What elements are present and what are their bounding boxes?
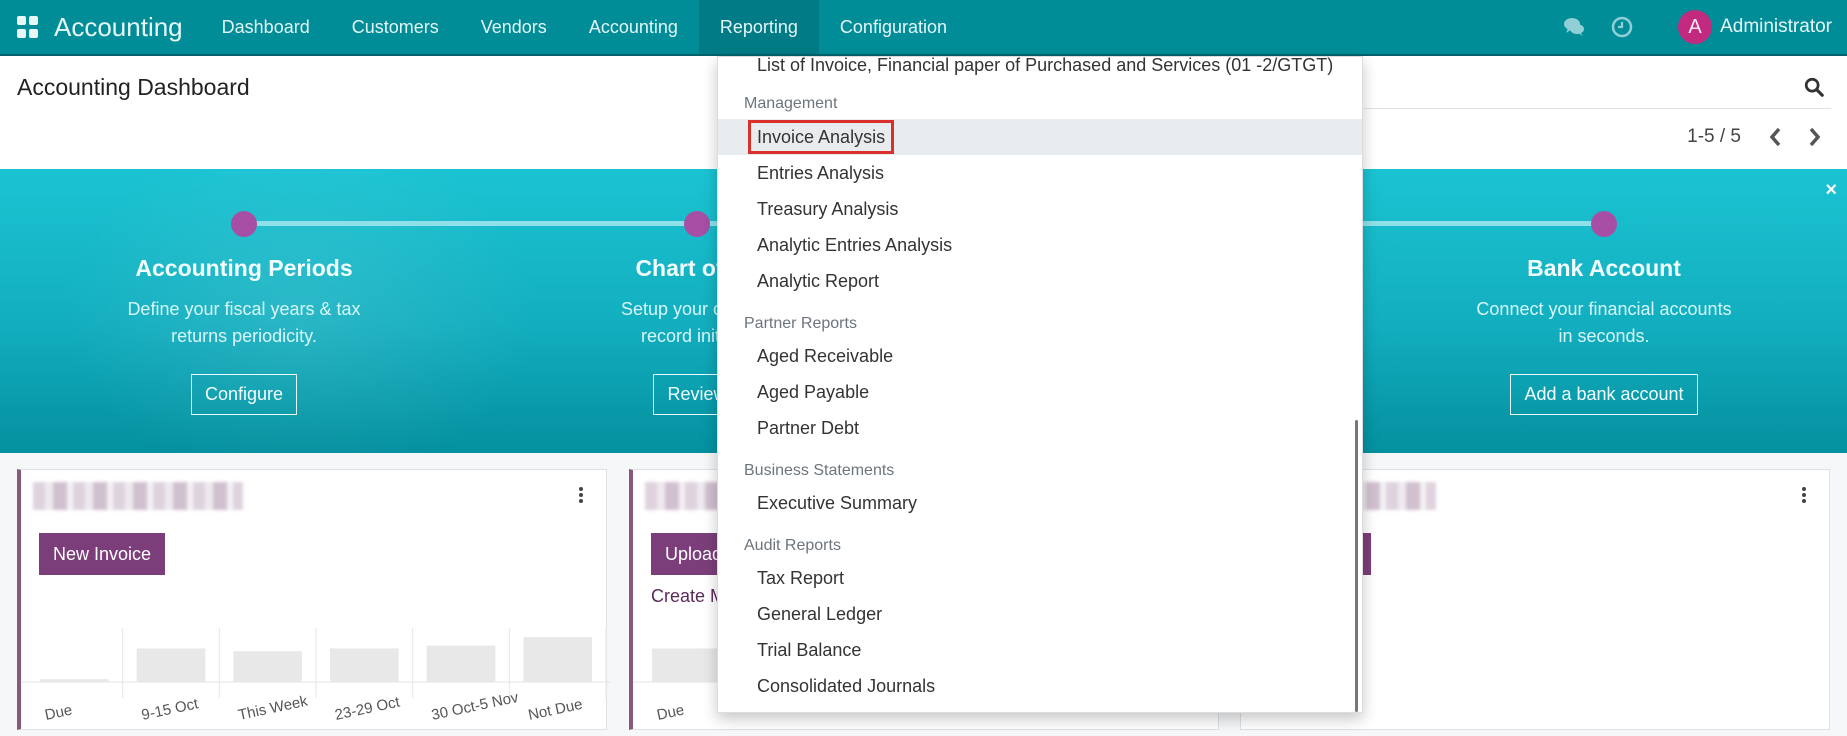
nav-dashboard[interactable]: Dashboard (201, 0, 331, 54)
menu-item-treasury-analysis[interactable]: Treasury Analysis (718, 191, 1362, 227)
section-header-partner-reports: Partner Reports (744, 315, 857, 332)
step-desc-line: returns periodicity. (171, 326, 317, 346)
step-accounting-periods: Accounting Periods Define your fiscal ye… (54, 255, 434, 415)
chart-x-label: This Week (237, 693, 310, 724)
chevron-right-icon[interactable] (1803, 124, 1825, 150)
section-header-management: Management (744, 95, 838, 112)
chart-bar[interactable] (136, 648, 206, 682)
menu-item-invoice-analysis[interactable]: Invoice Analysis (718, 119, 1362, 155)
step-dot-icon (1591, 211, 1617, 237)
menu-item-consolidated-journals[interactable]: Consolidated Journals (718, 668, 1362, 704)
menu-item-partner-debt[interactable]: Partner Debt (718, 410, 1362, 446)
configure-button[interactable]: Configure (190, 374, 298, 415)
menu-item-tax-report[interactable]: Tax Report (718, 560, 1362, 596)
chat-icon[interactable] (1562, 15, 1586, 39)
chart-bar[interactable] (652, 648, 721, 682)
journal-card-sales: New Invoice Due 9-15 Oct This Week 23-29 Oc… (17, 469, 611, 730)
nav-accounting[interactable]: Accounting (568, 0, 699, 54)
chart-bar[interactable] (330, 648, 399, 682)
menu-item-executive-summary[interactable]: Executive Summary (718, 485, 1362, 521)
pager-value[interactable]: 1-5 / 5 (1687, 126, 1741, 148)
page-title: Accounting Dashboard (17, 74, 250, 100)
step-connector (243, 221, 697, 226)
chart-x-label: Not Due (527, 696, 584, 724)
apps-grid-icon[interactable] (17, 16, 39, 38)
card-title-redacted[interactable] (33, 482, 243, 510)
nav-reporting[interactable]: Reporting (698, 0, 819, 54)
user-avatar[interactable]: A (1678, 10, 1713, 44)
menu-item-aged-receivable[interactable]: Aged Receivable (718, 338, 1362, 374)
nav-configuration[interactable]: Configuration (819, 0, 968, 54)
menu-item-analytic-entries-analysis[interactable]: Analytic Entries Analysis (718, 227, 1362, 263)
chart-bar[interactable] (426, 645, 496, 682)
chart-x-label: 30 Oct-5 Nov (430, 689, 520, 724)
invoice-aging-chart[interactable]: Due 9-15 Oct This Week 23-29 Oct 30 Oct-5 No… (21, 620, 611, 730)
search-icon[interactable] (1803, 76, 1825, 98)
reporting-dropdown-menu: List of Invoice, Financial paper of Purc… (717, 56, 1363, 713)
dropdown-scrollbar[interactable] (1355, 420, 1358, 712)
menu-item-analytic-report[interactable]: Analytic Report (718, 263, 1362, 299)
step-desc-line: Connect your financial accounts (1476, 299, 1732, 319)
step-description: Define your fiscal years & tax returns p… (54, 296, 434, 350)
new-invoice-button[interactable]: New Invoice (39, 533, 166, 575)
nav-vendors[interactable]: Vendors (460, 0, 568, 54)
menu-item-trial-balance[interactable]: Trial Balance (718, 632, 1362, 668)
chart-x-label: 9-15 Oct (140, 695, 201, 724)
search-input[interactable] (1364, 108, 1831, 109)
menu-item-entries-analysis[interactable]: Entries Analysis (718, 155, 1362, 191)
step-desc-line: Define your fiscal years & tax (127, 299, 361, 319)
navbar-systray: A Administrator (1562, 0, 1832, 54)
step-description: Connect your financial accounts in secon… (1414, 296, 1794, 350)
create-manually-link[interactable]: Create M (651, 586, 725, 607)
close-icon[interactable]: × (1825, 179, 1837, 202)
chevron-left-icon[interactable] (1765, 124, 1787, 150)
section-header-business-statements: Business Statements (744, 462, 895, 479)
add-bank-account-button[interactable]: Add a bank account (1510, 374, 1698, 415)
step-dot-icon (684, 211, 710, 237)
step-dot-icon (231, 211, 257, 237)
top-navbar: Accounting Dashboard Customers Vendors A… (0, 0, 1847, 56)
chart-x-label: 23-29 Oct (333, 693, 402, 723)
step-title: Bank Account (1527, 255, 1681, 281)
menu-item-aged-payable[interactable]: Aged Payable (718, 374, 1362, 410)
kebab-menu-icon[interactable] (1801, 486, 1807, 504)
menu-item-vat-invoice-list[interactable]: List of Invoice, Financial paper of Purc… (718, 57, 1362, 83)
menu-item-general-ledger[interactable]: General Ledger (718, 596, 1362, 632)
kebab-menu-icon[interactable] (578, 486, 584, 504)
chart-bar[interactable] (233, 651, 302, 682)
clock-icon[interactable] (1610, 15, 1634, 39)
step-desc-line: in seconds. (1558, 326, 1650, 346)
app-name[interactable]: Accounting (54, 12, 183, 43)
step-bank-account: Bank Account Connect your financial acco… (1414, 255, 1794, 415)
step-title: Accounting Periods (135, 255, 353, 281)
chart-bar[interactable] (523, 637, 592, 682)
chart-x-label: Due (655, 702, 685, 724)
highlight-box[interactable]: Invoice Analysis (748, 120, 895, 154)
chart-bar[interactable] (40, 679, 109, 682)
nav-customers[interactable]: Customers (331, 0, 460, 54)
section-header-audit-reports: Audit Reports (744, 537, 841, 554)
user-name[interactable]: Administrator (1720, 16, 1832, 38)
chart-x-label: Due (43, 702, 73, 724)
